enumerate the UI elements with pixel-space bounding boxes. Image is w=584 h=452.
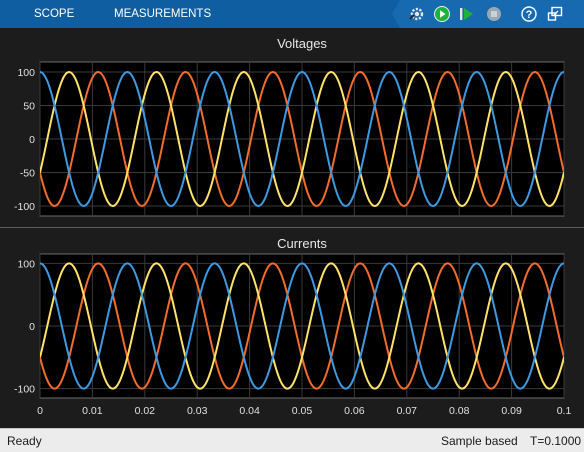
status-sampling-mode: Sample based [441,434,518,448]
y-tick-label: -100 [14,384,35,396]
stop-icon[interactable] [485,5,503,23]
x-tick-label: 0.05 [292,405,313,417]
help-icon[interactable]: ? [520,5,538,23]
y-tick-label: 50 [23,101,35,113]
axes-title: Currents [277,236,327,251]
toolbar: SCOPE MEASUREMENTS ? [0,0,584,28]
run-icon[interactable] [433,5,451,23]
scope-plots: Voltages100500-50-100Currents1000-1000 0.… [0,36,584,417]
axes-voltages: Voltages 100 50 0 -50 -100 [14,36,565,217]
toolbar-icon-strip: ? [392,0,584,28]
axes-title: Voltages [277,36,327,51]
step-forward-icon[interactable] [458,5,476,23]
tab-scope[interactable]: SCOPE [34,0,74,28]
y-tick-label: 0 [29,134,35,146]
status-ready-text: Ready [7,434,42,448]
x-tick-label: 0.02 [135,405,156,417]
y-tick-label: 100 [17,67,35,79]
svg-text:?: ? [526,9,533,21]
x-tick-label: 0.03 [187,405,208,417]
x-tick-label: 0.01 [82,405,103,417]
x-tick-label: 0 [37,405,43,417]
x-tick-label: 0.08 [449,405,470,417]
x-tick-label: 0.09 [501,405,522,417]
status-bar: Ready Sample based T=0.1000 [0,428,584,452]
y-tick-label: -50 [20,167,35,179]
icon-strip-notch [392,0,400,28]
y-tick-label: -100 [14,201,35,213]
tab-measurements[interactable]: MEASUREMENTS [114,0,211,28]
scope-plot-area: Voltages 100 50 0 -50 -100 Currents 100 0 -100 0 0.… [0,28,584,428]
x-tick-label: 0.07 [397,405,418,417]
y-tick-label: 100 [17,258,35,270]
status-simulation-time: T=0.1000 [530,434,582,448]
y-tick-label: 0 [29,321,35,333]
undock-icon[interactable] [546,5,564,23]
settings-gear-icon[interactable] [408,5,426,23]
axes-currents: Currents1000-1000 0.01 0.02 0.03 0.04 0.05 0.0… [14,236,571,417]
x-tick-label: 0.06 [344,405,365,417]
x-tick-label: 0.1 [557,405,572,417]
x-tick-label: 0.04 [239,405,260,417]
